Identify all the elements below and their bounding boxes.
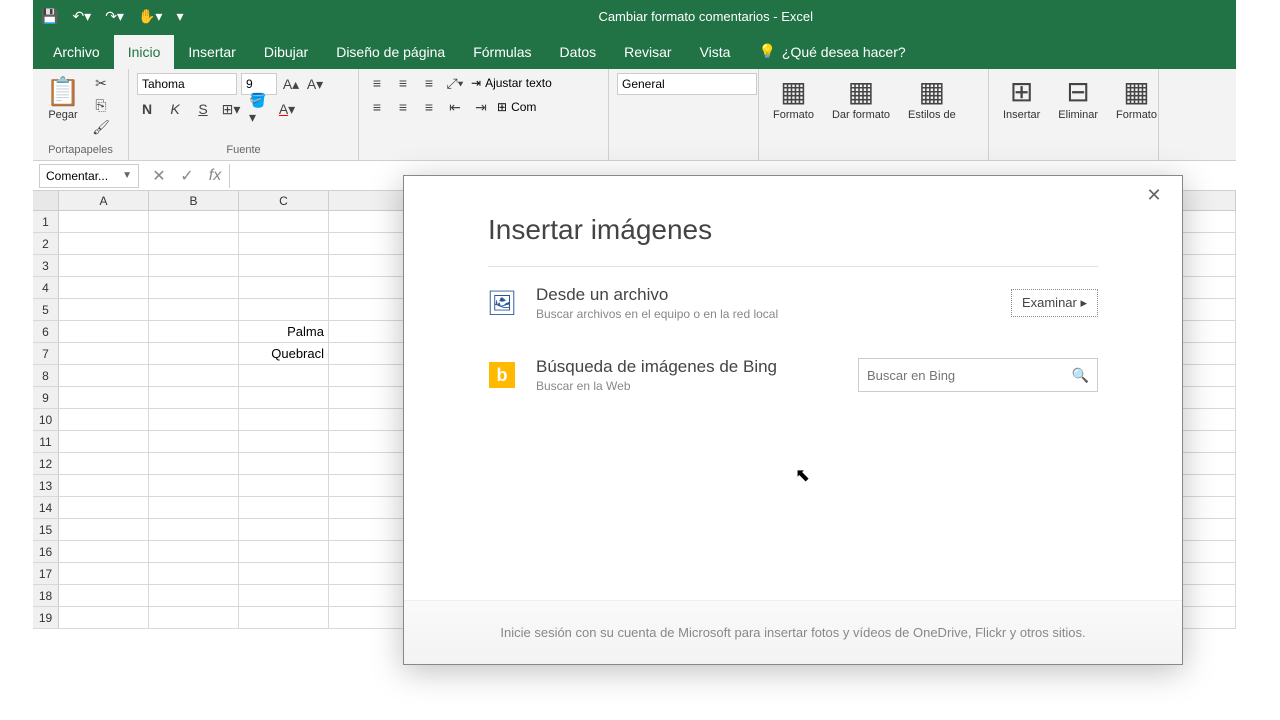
- from-file-sub: Buscar archivos en el equipo o en la red…: [536, 307, 991, 321]
- from-file-title: Desde un archivo: [536, 285, 991, 305]
- bing-icon: b: [488, 361, 516, 389]
- browse-button[interactable]: Examinar ▸: [1011, 289, 1098, 317]
- bing-search-input[interactable]: [867, 368, 1072, 383]
- close-icon: ✕: [1146, 185, 1161, 206]
- bing-sub: Buscar en la Web: [536, 379, 838, 393]
- bing-search-box[interactable]: 🔍: [858, 358, 1098, 392]
- search-icon[interactable]: 🔍: [1072, 367, 1089, 384]
- bing-option[interactable]: b Búsqueda de imágenes de Bing Buscar en…: [404, 339, 1182, 411]
- close-button[interactable]: ✕: [1134, 180, 1174, 210]
- from-file-option[interactable]: 🖼 Desde un archivo Buscar archivos en el…: [404, 267, 1182, 339]
- bing-title: Búsqueda de imágenes de Bing: [536, 357, 838, 377]
- insert-images-dialog: ✕ Insertar imágenes 🖼 Desde un archivo B…: [403, 175, 1183, 665]
- dialog-title: Insertar imágenes: [404, 176, 1182, 266]
- dialog-footer: Inicie sesión con su cuenta de Microsoft…: [404, 600, 1182, 664]
- from-file-icon: 🖼: [488, 289, 516, 317]
- dialog-backdrop: ✕ Insertar imágenes 🖼 Desde un archivo B…: [0, 0, 1280, 720]
